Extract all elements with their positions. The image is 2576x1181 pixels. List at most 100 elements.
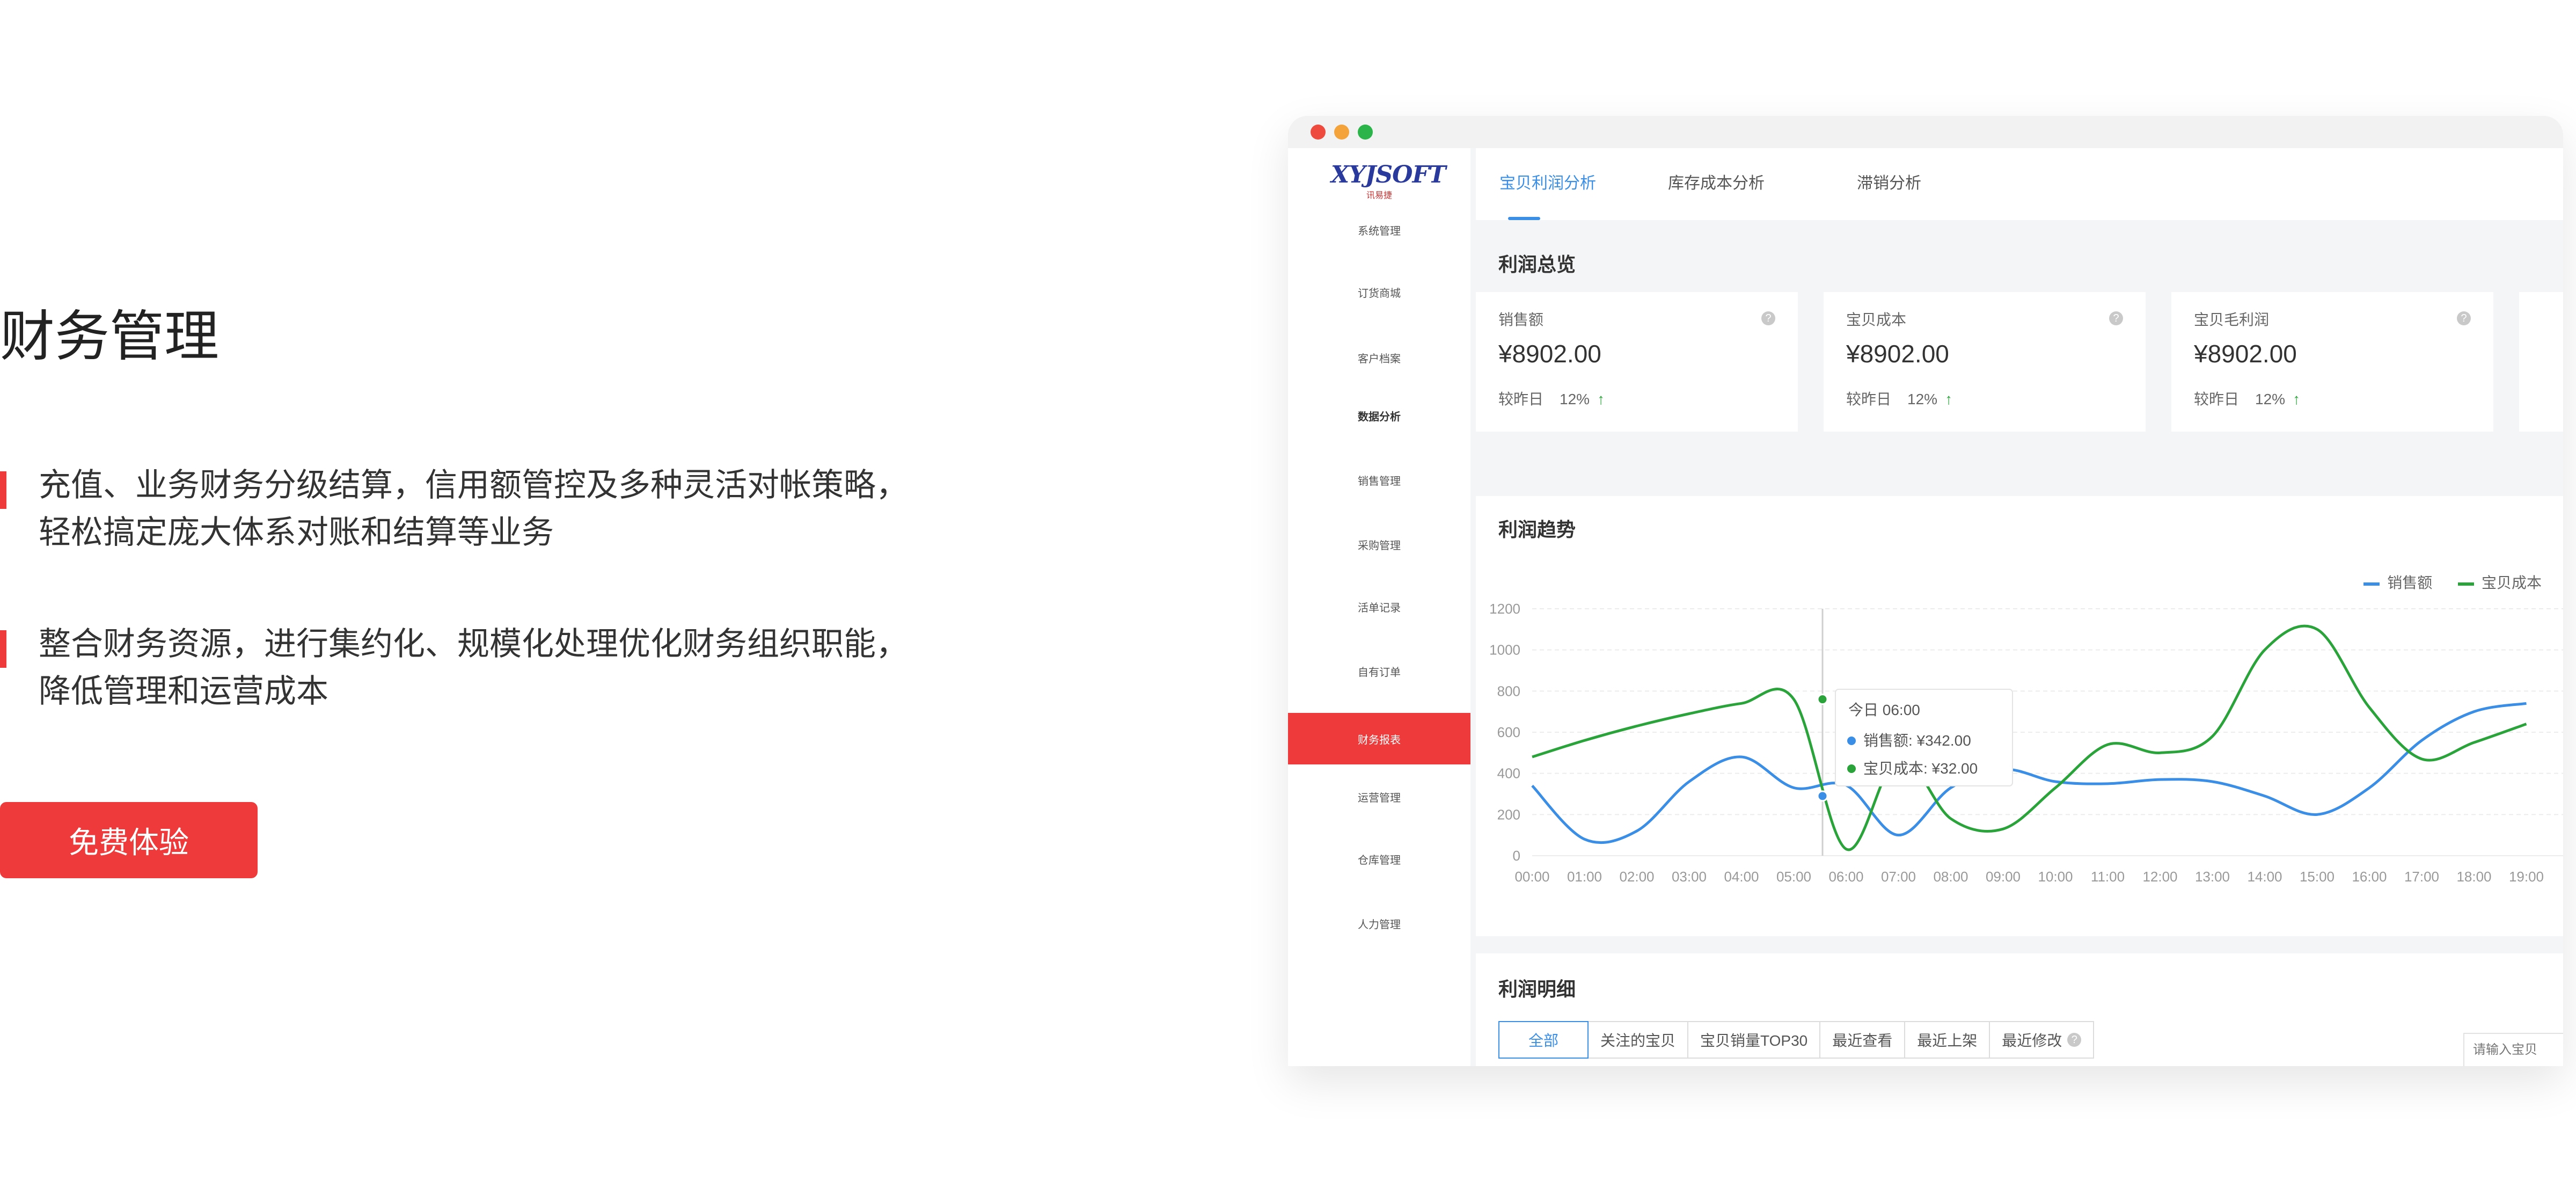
y-tick-label: 400 [1497, 766, 1520, 782]
sidebar-item-finance-report[interactable]: 财务报表 [1288, 713, 1470, 764]
help-icon[interactable]: ? [2109, 311, 2123, 325]
sidebar-item-customers[interactable]: 客户档案 [1288, 332, 1470, 383]
arrow-up-icon: ↑ [1945, 391, 1953, 407]
app-window: XYJSOFT 讯易捷 系统管理 订货商城 客户档案 数据分析 销售管理 采购管… [1288, 116, 2563, 1066]
x-tick-label: 13:00 [2195, 869, 2230, 885]
x-tick-label: 18:00 [2456, 869, 2491, 885]
tab-profit-analysis[interactable]: 宝贝利润分析 [1499, 170, 1596, 193]
sidebar-item-hr[interactable]: 人力管理 [1288, 898, 1470, 949]
sidebar-item-purchase[interactable]: 采购管理 [1288, 519, 1470, 570]
logo-subtitle: 讯易捷 [1366, 191, 1392, 200]
minimize-window-icon[interactable] [1334, 125, 1349, 140]
filter-recent-listed[interactable]: 最近上架 [1905, 1022, 1990, 1058]
feature-text-line: 轻松搞定庞大体系对账和结算等业务 [39, 514, 554, 550]
card-label: 宝贝成本 [1846, 311, 1907, 328]
compare-pct: 12% [1907, 391, 1938, 407]
tooltip-row: 宝贝成本: ¥32.00 [1863, 760, 1978, 777]
tooltip-marker [1847, 737, 1856, 745]
free-trial-button[interactable]: 免费体验 [0, 802, 258, 878]
sidebar-item-records[interactable]: 活单记录 [1288, 581, 1470, 632]
tab-slow-moving[interactable]: 滞销分析 [1857, 170, 1921, 193]
stat-card-gross-profit: 宝贝毛利润 ? ¥8902.00 较昨日 12% ↑ [2171, 292, 2493, 432]
x-tick-label: 15:00 [2300, 869, 2334, 885]
maximize-window-icon[interactable] [1358, 125, 1373, 140]
y-tick-label: 200 [1497, 806, 1520, 822]
search-input[interactable] [2463, 1033, 2563, 1066]
stat-card-sales: 销售额 ? ¥8902.00 较昨日 12% ↑ [1476, 292, 1798, 432]
filter-recent-modified[interactable]: 最近修改? [1990, 1022, 2093, 1058]
series-line-cost [1532, 624, 2527, 851]
x-tick-label: 02:00 [1619, 869, 1654, 885]
y-tick-label: 600 [1497, 724, 1520, 740]
x-tick-label: 07:00 [1881, 869, 1916, 885]
sidebar-item-operations[interactable]: 运营管理 [1288, 771, 1470, 822]
chart-legend: 销售额 宝贝成本 [2363, 571, 2563, 593]
main-content: 宝贝利润分析 库存成本分析 滞销分析 利润总览 销售额 ? ¥8902.00 较… [1476, 148, 2563, 1066]
trend-panel: 利润趋势 销售额 宝贝成本 0 200 400 600 800 1000 1200 00:00… [1476, 496, 2563, 936]
tab-inventory-cost[interactable]: 库存成本分析 [1668, 170, 1765, 193]
feature-item: 整合财务资源，进行集约化、规模化处理优化财务组织职能， 降低管理和运营成本 [0, 621, 1020, 715]
card-compare: 较昨日 12% ↑ [1846, 388, 1952, 409]
x-tick-label: 03:00 [1672, 869, 1707, 885]
filter-top30[interactable]: 宝贝销量TOP30 [1688, 1022, 1821, 1058]
sidebar-item-system[interactable]: 系统管理 [1288, 204, 1470, 256]
x-tick-label: 14:00 [2247, 869, 2282, 885]
card-value: ¥8902.00 [1498, 340, 1601, 368]
x-tick-label: 00:00 [1514, 869, 1549, 885]
detail-panel: 利润明细 全部 关注的宝贝 宝贝销量TOP30 最近查看 最近上架 最近修改? [1476, 953, 2563, 1066]
close-window-icon[interactable] [1311, 125, 1326, 140]
legend-item[interactable]: 宝贝成本 [2457, 574, 2542, 591]
feature-marker [0, 471, 6, 509]
feature-text-line: 整合财务资源，进行集约化、规模化处理优化财务组织职能， [39, 626, 908, 662]
x-tick-label: 16:00 [2352, 869, 2387, 885]
trend-chart: 0 200 400 600 800 1000 1200 00:00 01:00 02:00 03:0… [1489, 601, 2563, 885]
x-tick-label: 01:00 [1567, 869, 1602, 885]
app-logo: XYJSOFT 讯易捷 [1331, 161, 1446, 201]
help-icon[interactable]: ? [1761, 311, 1775, 325]
stat-card-cost: 宝贝成本 ? ¥8902.00 较昨日 12% ↑ [1824, 292, 2146, 432]
tooltip-row: 销售额: ¥342.00 [1863, 732, 1971, 749]
filter-label: 最近修改 [2002, 1032, 2062, 1049]
x-tick-label: 04:00 [1724, 869, 1759, 885]
feature-text-line: 充值、业务财务分级结算，信用额管控及多种灵活对帐策略， [39, 467, 908, 503]
y-tick-label: 800 [1497, 683, 1520, 699]
tooltip-marker [1847, 764, 1856, 773]
card-compare: 较昨日 12% ↑ [1498, 388, 1605, 409]
hover-point-sales [1817, 790, 1828, 802]
card-value: ¥8902.00 [1846, 340, 1949, 368]
overview-title: 利润总览 [1498, 253, 1576, 275]
x-tick-label: 17:00 [2404, 869, 2439, 885]
x-tick-label: 05:00 [1776, 869, 1811, 885]
sidebar-item-own-orders[interactable]: 自有订单 [1288, 645, 1470, 697]
hero-section: 财务管理 充值、业务财务分级结算，信用额管控及多种灵活对帐策略， 轻松搞定庞大体… [0, 0, 1073, 1181]
x-tick-label: 11:00 [2091, 869, 2125, 885]
tab-bar: 宝贝利润分析 库存成本分析 滞销分析 [1476, 148, 2563, 220]
compare-label: 较昨日 [1498, 391, 1544, 407]
help-icon[interactable]: ? [2067, 1033, 2082, 1047]
arrow-up-icon: ↑ [1597, 391, 1605, 407]
hero-title: 财务管理 [0, 306, 219, 367]
x-tick-label: 06:00 [1828, 869, 1863, 885]
help-icon[interactable]: ? [2457, 311, 2471, 325]
active-tab-indicator [1508, 217, 1540, 220]
card-label: 销售额 [1498, 311, 1544, 328]
feature-marker [0, 630, 6, 668]
legend-item[interactable]: 销售额 [2363, 574, 2432, 591]
window-titlebar [1288, 116, 2563, 148]
filter-followed[interactable]: 关注的宝贝 [1589, 1022, 1689, 1058]
card-label: 宝贝毛利润 [2194, 311, 2270, 328]
tooltip-title: 今日 06:00 [1848, 702, 1920, 718]
filter-all[interactable]: 全部 [1498, 1021, 1589, 1059]
detail-title: 利润明细 [1498, 978, 1576, 1000]
legend-swatch [2457, 582, 2474, 586]
x-tick-label: 08:00 [1933, 869, 1968, 885]
x-tick-label: 19:00 [2509, 869, 2544, 885]
sidebar-item-sales[interactable]: 销售管理 [1288, 454, 1470, 506]
sidebar-item-warehouse[interactable]: 仓库管理 [1288, 833, 1470, 885]
filter-recent-view[interactable]: 最近查看 [1820, 1022, 1906, 1058]
logo-brand: XYJSOFT [1331, 161, 1446, 188]
sidebar-item-analytics[interactable]: 数据分析 [1288, 390, 1470, 441]
compare-pct: 12% [1560, 391, 1590, 407]
sidebar-item-mall[interactable]: 订货商城 [1288, 266, 1470, 318]
stat-card-partial [2519, 292, 2563, 432]
